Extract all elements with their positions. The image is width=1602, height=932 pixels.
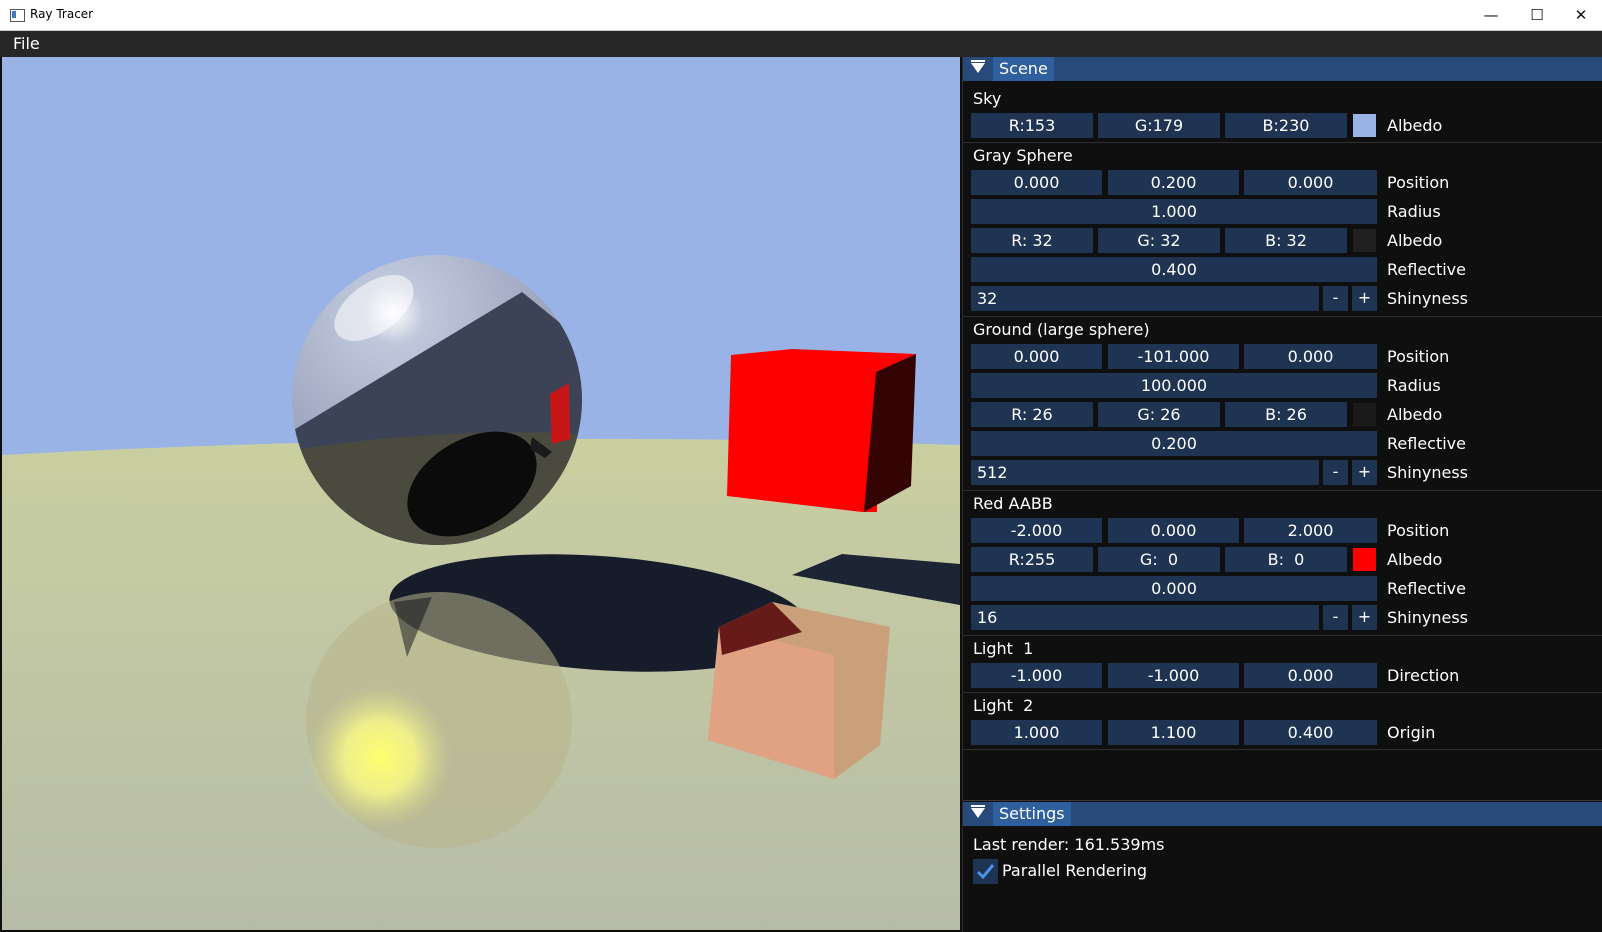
render-viewport[interactable] [2, 57, 960, 930]
gray-sphere-position-label: Position [1387, 173, 1450, 192]
separator [963, 316, 1602, 317]
ground-radius-slider[interactable]: 100.000 [971, 373, 1377, 398]
sky-albedo-label: Albedo [1387, 116, 1443, 135]
gray-sphere-radius-slider[interactable]: 1.000 [971, 199, 1377, 224]
red-aabb-r-input[interactable]: R:255 [971, 547, 1093, 572]
parallel-rendering-checkbox[interactable] [973, 859, 998, 884]
rendered-scene-image [2, 57, 960, 930]
gray-sphere-position-x[interactable]: 0.000 [971, 170, 1102, 195]
checkmark-icon [976, 864, 995, 880]
separator [963, 142, 1602, 143]
maximize-button[interactable]: ☐ [1514, 0, 1560, 30]
light2-origin-x[interactable]: 1.000 [971, 720, 1102, 745]
gray-sphere-b-input[interactable]: B: 32 [1225, 228, 1347, 253]
ground-position-x[interactable]: 0.000 [971, 344, 1102, 369]
group-title-ground: Ground (large sphere) [973, 320, 1150, 339]
scene-section-header[interactable]: Scene [963, 57, 1602, 81]
sky-r-input[interactable]: R:153 [971, 113, 1093, 138]
red-aabb-reflective-label: Reflective [1387, 579, 1466, 598]
parallel-rendering-label[interactable]: Parallel Rendering [1002, 861, 1147, 880]
ground-shinyness-label: Shinyness [1387, 463, 1469, 482]
light1-direction-y[interactable]: -1.000 [1108, 663, 1239, 688]
menu-bar: File [0, 31, 1602, 57]
ground-radius-label: Radius [1387, 376, 1441, 395]
separator [963, 490, 1602, 491]
properties-panel: Scene Sky R:153 G:179 B:230 Albedo Gray … [962, 57, 1602, 932]
red-aabb-shinyness-minus-button[interactable]: - [1323, 605, 1348, 630]
red-aabb-position-label: Position [1387, 521, 1450, 540]
red-aabb-reflective-slider[interactable]: 0.000 [971, 576, 1377, 601]
menu-file[interactable]: File [13, 34, 40, 53]
gray-sphere-reflective-label: Reflective [1387, 260, 1466, 279]
gray-sphere-g-input[interactable]: G: 32 [1098, 228, 1220, 253]
separator [963, 692, 1602, 693]
sky-albedo-swatch[interactable] [1353, 114, 1376, 137]
red-aabb-position-x[interactable]: -2.000 [971, 518, 1102, 543]
group-title-light-2: Light 2 [973, 696, 1034, 715]
collapse-triangle-icon [971, 805, 985, 818]
ground-reflective-slider[interactable]: 0.200 [971, 431, 1377, 456]
light2-origin-label: Origin [1387, 723, 1436, 742]
last-render-time: Last render: 161.539ms [973, 835, 1165, 854]
sky-b-input[interactable]: B:230 [1225, 113, 1347, 138]
sky-g-input[interactable]: G:179 [1098, 113, 1220, 138]
red-aabb-position-z[interactable]: 2.000 [1244, 518, 1377, 543]
ground-shinyness-input[interactable]: 512 [971, 460, 1319, 485]
settings-section-header[interactable]: Settings [963, 802, 1602, 826]
gray-sphere-position-z[interactable]: 0.000 [1244, 170, 1377, 195]
red-aabb-shinyness-plus-button[interactable]: + [1352, 605, 1377, 630]
red-aabb-b-input[interactable]: B: 0 [1225, 547, 1347, 572]
gray-sphere-albedo-swatch[interactable] [1353, 229, 1376, 252]
gray-sphere-shinyness-plus-button[interactable]: + [1352, 286, 1377, 311]
collapse-triangle-icon [971, 60, 985, 73]
ground-r-input[interactable]: R: 26 [971, 402, 1093, 427]
light1-direction-x[interactable]: -1.000 [971, 663, 1102, 688]
gray-sphere-r-input[interactable]: R: 32 [971, 228, 1093, 253]
ground-position-y[interactable]: -101.000 [1108, 344, 1239, 369]
window-title: Ray Tracer [30, 7, 94, 21]
red-aabb-albedo-swatch[interactable] [1353, 548, 1376, 571]
gray-sphere-shinyness-minus-button[interactable]: - [1323, 286, 1348, 311]
red-aabb-albedo-label: Albedo [1387, 550, 1443, 569]
ground-shinyness-minus-button[interactable]: - [1323, 460, 1348, 485]
gray-sphere-position-y[interactable]: 0.200 [1108, 170, 1239, 195]
ground-g-input[interactable]: G: 26 [1098, 402, 1220, 427]
red-aabb-shinyness-input[interactable]: 16 [971, 605, 1319, 630]
gray-sphere-reflective-slider[interactable]: 0.400 [971, 257, 1377, 282]
separator [963, 635, 1602, 636]
scene-header-label: Scene [993, 57, 1054, 81]
ground-position-z[interactable]: 0.000 [1244, 344, 1377, 369]
group-title-sky: Sky [973, 89, 1002, 108]
gray-sphere-albedo-label: Albedo [1387, 231, 1443, 250]
group-title-gray-sphere: Gray Sphere [973, 146, 1073, 165]
group-title-red-aabb: Red AABB [973, 494, 1053, 513]
gray-sphere-radius-label: Radius [1387, 202, 1441, 221]
light1-direction-z[interactable]: 0.000 [1244, 663, 1377, 688]
title-bar: Ray Tracer — ☐ ✕ [0, 0, 1602, 31]
ground-b-input[interactable]: B: 26 [1225, 402, 1347, 427]
ground-reflective-label: Reflective [1387, 434, 1466, 453]
light2-origin-z[interactable]: 0.400 [1244, 720, 1377, 745]
settings-header-label: Settings [993, 802, 1071, 826]
gray-sphere-shinyness-input[interactable]: 32 [971, 286, 1319, 311]
ground-position-label: Position [1387, 347, 1450, 366]
light1-direction-label: Direction [1387, 666, 1460, 685]
group-title-light-1: Light 1 [973, 639, 1034, 658]
ground-albedo-label: Albedo [1387, 405, 1443, 424]
app-icon [10, 9, 25, 22]
separator [963, 749, 1602, 750]
minimize-button[interactable]: — [1468, 0, 1514, 30]
panel-divider [963, 800, 1602, 801]
close-button[interactable]: ✕ [1558, 0, 1602, 30]
red-aabb-position-y[interactable]: 0.000 [1108, 518, 1239, 543]
light2-origin-y[interactable]: 1.100 [1108, 720, 1239, 745]
ground-albedo-swatch[interactable] [1353, 403, 1376, 426]
red-aabb-g-input[interactable]: G: 0 [1098, 547, 1220, 572]
gray-sphere-shinyness-label: Shinyness [1387, 289, 1469, 308]
ground-shinyness-plus-button[interactable]: + [1352, 460, 1377, 485]
red-aabb-shinyness-label: Shinyness [1387, 608, 1469, 627]
